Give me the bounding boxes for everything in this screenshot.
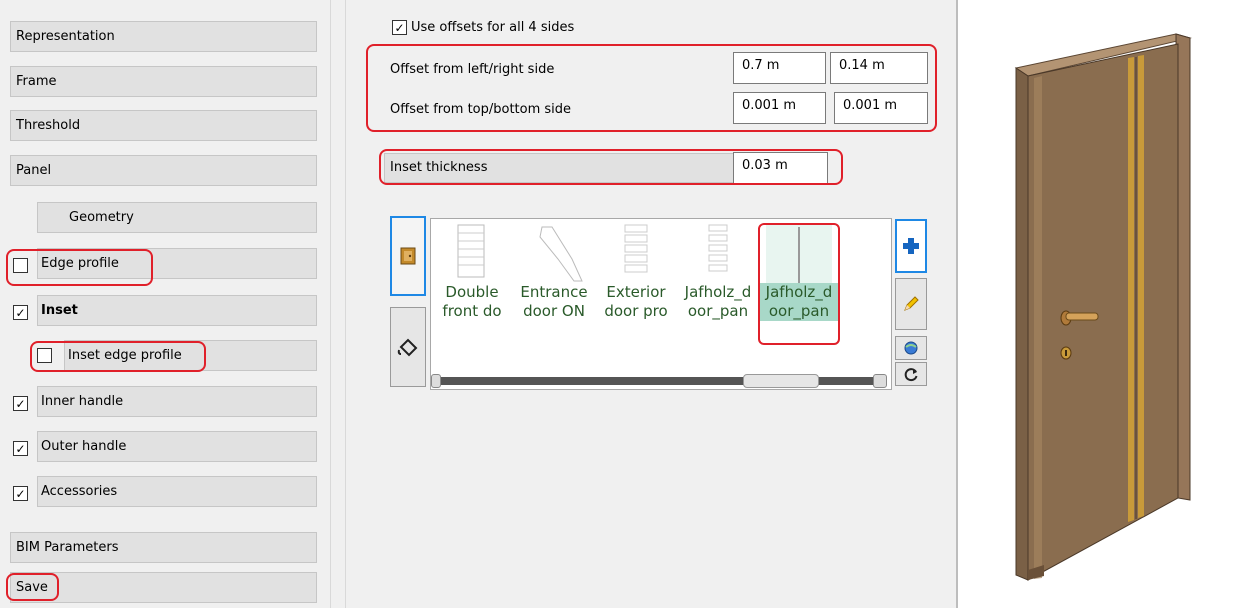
bim-parameters-label: BIM Parameters [16, 540, 119, 555]
save-label: Save [16, 580, 48, 595]
gallery-item-caption-line1: Jafholz_d [765, 283, 833, 301]
gallery-item[interactable]: Entrance door ON [513, 219, 595, 347]
paint-bucket-icon [397, 338, 418, 357]
gallery-item-caption: Jafholz_d oor_pan [758, 283, 840, 321]
inner-handle-label: Inner handle [41, 394, 124, 409]
representation-button[interactable]: Representation [10, 21, 317, 52]
left-panel: Representation Frame Threshold Panel Geo… [0, 0, 330, 608]
outer-handle-button[interactable]: Outer handle [37, 431, 317, 462]
threshold-button[interactable]: Threshold [10, 110, 317, 141]
gallery-scrollbar-track[interactable] [435, 377, 887, 385]
offset-left-right-label: Offset from left/right side [390, 62, 555, 77]
inner-handle-button[interactable]: Inner handle [37, 386, 317, 417]
offset-right-field[interactable]: 0.14 m [830, 52, 928, 84]
gallery-item-caption: Entrance door ON [513, 283, 595, 321]
gallery-item-caption-line2: oor_pan [687, 302, 749, 320]
double-front-door-thumbnail [457, 224, 485, 278]
pencil-icon [904, 296, 919, 311]
edge-profile-label: Edge profile [41, 256, 119, 271]
catalog-tab-button[interactable] [390, 216, 426, 296]
outer-handle-label: Outer handle [41, 439, 127, 454]
edge-profile-button[interactable]: Edge profile [37, 248, 317, 279]
use-offsets-checkbox[interactable]: ✓ [392, 20, 407, 35]
panel-divider-left[interactable] [330, 0, 346, 608]
gallery-scroll-right[interactable] [873, 374, 887, 388]
inset-checkbox[interactable]: ✓ [13, 305, 28, 320]
inner-handle-checkbox[interactable]: ✓ [13, 396, 28, 411]
gallery-item[interactable]: Exterior door pro [595, 219, 677, 347]
inset-thickness-label: Inset thickness [390, 160, 488, 175]
geometry-button[interactable]: Geometry [37, 202, 317, 233]
plus-icon [903, 238, 919, 254]
gallery-item-caption-line2: door pro [604, 302, 668, 320]
use-offsets-label: Use offsets for all 4 sides [411, 20, 575, 35]
panel-label: Panel [16, 163, 52, 178]
panel-divider-right[interactable] [946, 0, 958, 608]
jafholz-door-selected-thumbnail [766, 225, 832, 285]
gallery-item-caption: Jafholz_d oor_pan [677, 283, 759, 321]
threshold-label: Threshold [16, 118, 81, 133]
save-button[interactable]: Save [10, 572, 317, 603]
outer-handle-checkbox[interactable]: ✓ [13, 441, 28, 456]
gallery-item-selected[interactable]: Jafholz_d oor_pan [758, 219, 840, 347]
gallery-item-caption-line1: Exterior [606, 283, 666, 301]
refresh-button[interactable] [895, 362, 927, 386]
accessories-label: Accessories [41, 484, 118, 499]
inset-thickness-field[interactable]: 0.03 m [733, 152, 828, 184]
edit-profile-button[interactable] [895, 278, 927, 330]
gallery-item-caption-line1: Jafholz_d [684, 283, 752, 301]
material-tab-button[interactable] [390, 307, 426, 387]
gallery-item-caption: Exterior door pro [595, 283, 677, 321]
door-3d-preview [1014, 33, 1192, 581]
inset-edge-profile-checkbox[interactable] [37, 348, 52, 363]
gallery-scrollbar-thumb[interactable] [743, 374, 819, 388]
refresh-icon [904, 368, 918, 382]
globe-icon [904, 341, 918, 355]
gallery-item-caption-line2: door ON [523, 302, 585, 320]
add-profile-button[interactable] [895, 219, 927, 273]
panel-button[interactable]: Panel [10, 155, 317, 186]
inset-edge-profile-label: Inset edge profile [68, 348, 182, 363]
profile-gallery: Double front do Entrance door ON Exterior d… [430, 218, 892, 390]
offset-top-field[interactable]: 0.001 m [733, 92, 826, 124]
preview-panel [958, 0, 1247, 608]
door-handle-icon [1060, 310, 1099, 326]
offset-top-bottom-label: Offset from top/bottom side [390, 102, 572, 117]
door-catalog-icon [400, 247, 416, 265]
inset-edge-profile-button[interactable]: Inset edge profile [64, 340, 317, 371]
gallery-item-caption-line1: Entrance [520, 283, 588, 301]
representation-label: Representation [16, 29, 115, 44]
door-lock-icon [1060, 346, 1072, 360]
offset-bottom-field[interactable]: 0.001 m [834, 92, 928, 124]
online-library-button[interactable] [895, 336, 927, 360]
accessories-button[interactable]: Accessories [37, 476, 317, 507]
inset-label: Inset [41, 303, 78, 318]
frame-label: Frame [16, 74, 57, 89]
geometry-label: Geometry [69, 210, 134, 225]
gallery-item-caption-line2: front do [442, 302, 502, 320]
gallery-item-caption-line1: Double [445, 283, 499, 301]
gallery-item-caption: Double front do [431, 283, 513, 321]
edge-profile-checkbox[interactable] [13, 258, 28, 273]
gallery-item[interactable]: Jafholz_d oor_pan [677, 219, 759, 347]
offset-left-field[interactable]: 0.7 m [733, 52, 826, 84]
gallery-item-caption-line2: oor_pan [768, 302, 830, 320]
exterior-door-thumbnail [624, 224, 648, 273]
inset-button[interactable]: Inset [37, 295, 317, 326]
gallery-item[interactable]: Double front do [431, 219, 513, 347]
entrance-door-thumbnail [539, 226, 583, 282]
jafholz-door-thumbnail [708, 224, 728, 272]
gallery-scroll-left[interactable] [431, 374, 441, 388]
frame-button[interactable]: Frame [10, 66, 317, 97]
bim-parameters-button[interactable]: BIM Parameters [10, 532, 317, 563]
accessories-checkbox[interactable]: ✓ [13, 486, 28, 501]
